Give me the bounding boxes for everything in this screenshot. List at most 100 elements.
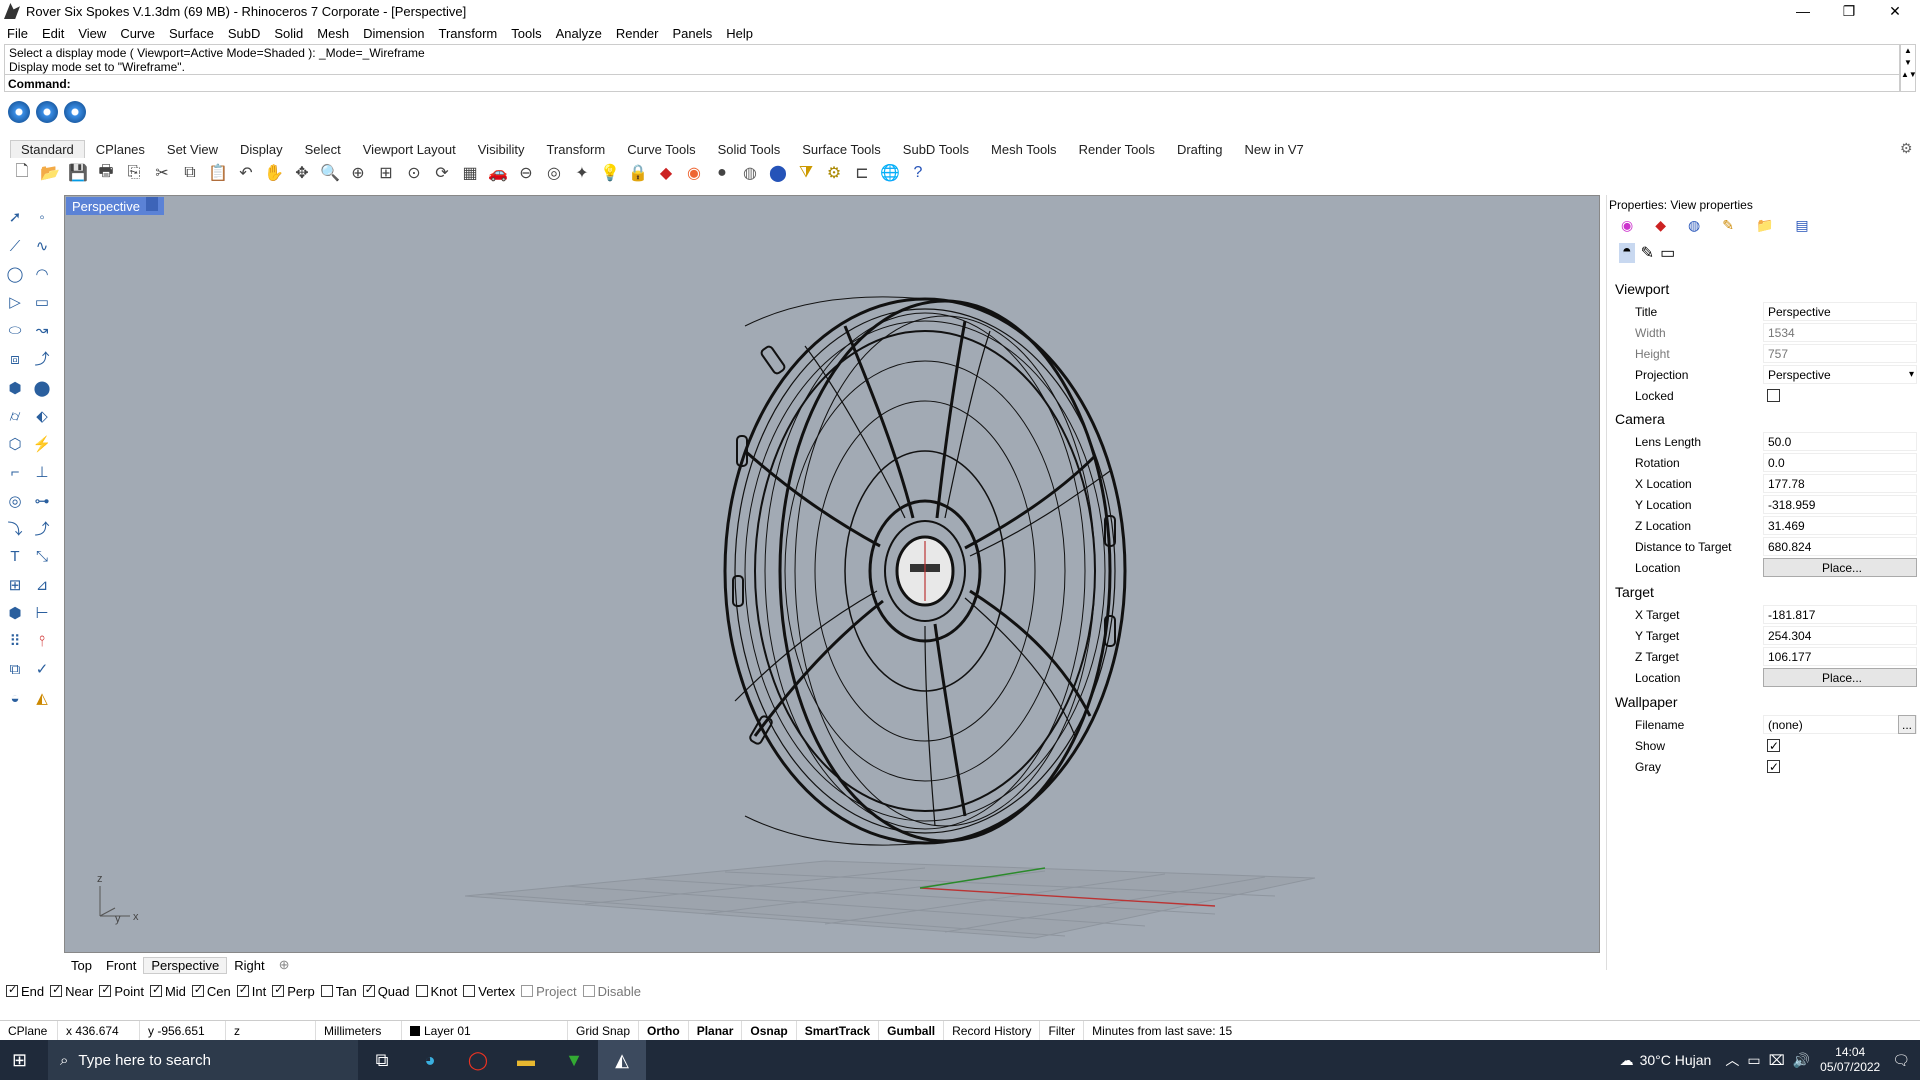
zoom-icon[interactable]: 🔍 [318,161,342,185]
osnap-vertex[interactable]: Vertex [463,984,515,999]
planar-toggle[interactable]: Planar [689,1020,743,1041]
sun-tab-icon[interactable]: ✎ [1722,217,1734,234]
menu-file[interactable]: File [0,26,35,41]
lens-field[interactable]: 50.0 [1763,432,1917,451]
dimension-icon[interactable]: ⊏ [850,161,874,185]
copy-icon[interactable]: ⧉ [178,161,202,185]
gear-icon[interactable]: ⚙ [1900,140,1913,157]
point-icon[interactable]: ◦ [29,205,55,231]
rotation-field[interactable]: 0.0 [1763,453,1917,472]
box-icon[interactable]: ⬢ [2,375,28,401]
material-tab-icon[interactable]: ◆ [1655,217,1666,234]
osnap-checkbox[interactable] [463,985,476,997]
polyline-icon[interactable]: ⟋ [2,233,28,259]
osnap-checkbox[interactable] [521,985,534,997]
circle-icon[interactable]: ◯ [2,261,28,287]
weather-icon[interactable]: ☁ [1620,1052,1634,1069]
join-icon[interactable]: ⤵ [2,516,28,542]
menu-view[interactable]: View [71,26,113,41]
explode-icon[interactable]: ⤴ [29,516,55,542]
measure-icon[interactable]: ⫯ [29,628,55,654]
menu-tools[interactable]: Tools [504,26,548,41]
wrench-icon[interactable]: ✎ [1641,243,1654,263]
move-view-icon[interactable]: ✥ [290,161,314,185]
select-arrow-icon[interactable]: ➚ [2,204,28,230]
undo-icon[interactable]: ↶ [234,161,258,185]
osnap-tan[interactable]: Tan [320,984,357,999]
opera-icon[interactable]: ◯ [454,1040,502,1080]
tab-surface-tools[interactable]: Surface Tools [791,142,892,157]
check-icon[interactable]: ✓ [29,656,55,682]
tab-curve-tools[interactable]: Curve Tools [616,142,706,157]
minimize-button[interactable]: — [1780,0,1826,22]
tab-set-view[interactable]: Set View [156,142,229,157]
smarttrack-toggle[interactable]: SmartTrack [797,1020,880,1041]
record-history-toggle[interactable]: Record History [944,1020,1041,1041]
surface-icon[interactable]: ⧈ [2,347,28,373]
plugin-icon[interactable] [64,101,86,123]
extrude-icon[interactable]: ⬖ [29,403,55,429]
triangle-icon[interactable]: ▷ [2,289,28,315]
snap-icon[interactable]: ✦ [570,161,594,185]
tab-transform[interactable]: Transform [535,142,616,157]
menu-dimension[interactable]: Dimension [356,26,431,41]
osnap-checkbox[interactable] [50,983,63,997]
show-checkbox[interactable] [1767,737,1780,755]
light-icon[interactable]: 💡 [598,161,622,185]
cut-icon[interactable]: ✂ [150,161,174,185]
viewport-menu-dropdown[interactable] [145,197,158,211]
notification-icon[interactable]: 🗨 [1892,1052,1910,1069]
tab-render-tools[interactable]: Render Tools [1068,142,1166,157]
perspective-viewport[interactable]: z y x [64,195,1600,953]
command-line[interactable]: Command: [4,74,1900,92]
plugin-icon[interactable] [36,101,58,123]
units-label[interactable]: Millimeters [316,1020,402,1041]
paint-icon[interactable]: ◭ [29,685,55,711]
vpn-icon[interactable]: ▼ [550,1040,598,1080]
camera-place-button[interactable]: Place... [1763,558,1917,577]
menu-panels[interactable]: Panels [665,26,719,41]
projection-select[interactable]: Perspective ▾ [1763,365,1917,384]
close-button[interactable]: ✕ [1872,0,1918,22]
paste-icon[interactable]: 📋 [206,161,230,185]
zoom-window-icon[interactable]: ⊕ [346,161,370,185]
tab-select[interactable]: Select [294,142,352,157]
file-explorer-icon[interactable]: ▬ [502,1040,550,1080]
environment-tab-icon[interactable]: ◍ [1688,217,1700,234]
fillet-icon[interactable]: ⌐ [2,460,28,486]
yloc-field[interactable]: -318.959 [1763,495,1917,514]
osnap-checkbox[interactable] [582,985,595,997]
pan-icon[interactable]: ✋ [262,161,286,185]
ortho-toggle[interactable]: Ortho [639,1020,689,1041]
viewport-grid-icon[interactable]: ▦ [458,161,482,185]
arc-icon[interactable]: ◠ [29,261,55,287]
gumball-toggle[interactable]: Gumball [879,1020,945,1041]
osnap-checkbox[interactable] [191,983,204,997]
import-icon[interactable]: ⎘ [122,161,146,185]
grid-snap-toggle[interactable]: Grid Snap [568,1020,640,1041]
chamfer-icon[interactable]: ⊥ [29,459,55,485]
lightning-icon[interactable]: ⚡ [29,431,55,457]
color-wheel-tab-icon[interactable]: ◉ [1621,217,1633,234]
move-icon[interactable]: ⊞ [2,572,28,598]
new-file-icon[interactable]: 🗋 [10,161,34,185]
menu-help[interactable]: Help [719,26,760,41]
osnap-checkbox[interactable] [99,983,112,997]
chevron-up-icon[interactable]: ︿ [1725,1050,1739,1070]
viewtab-right[interactable]: Right [227,958,271,973]
osnap-checkbox[interactable] [320,985,333,997]
restore-button[interactable]: ❐ [1826,0,1872,22]
trim-icon[interactable]: ⤡ [29,544,55,570]
boolean-icon[interactable]: ◎ [2,488,28,514]
open-icon[interactable]: 📂 [38,161,62,185]
osnap-mid[interactable]: Mid [149,983,186,999]
tab-mesh-tools[interactable]: Mesh Tools [980,142,1068,157]
render-tab-icon[interactable]: ▤ [1795,217,1808,234]
ellipse-icon[interactable]: ⬭ [2,318,28,344]
osnap-checkbox[interactable] [149,983,162,997]
menu-surface[interactable]: Surface [162,26,221,41]
sweep-icon[interactable]: ⤴ [29,346,55,372]
command-scrollbar[interactable]: ▲ ▼ ▲▼ [1900,44,1917,92]
osnap-checkbox[interactable] [362,983,375,997]
xloc-field[interactable]: 177.78 [1763,474,1917,493]
